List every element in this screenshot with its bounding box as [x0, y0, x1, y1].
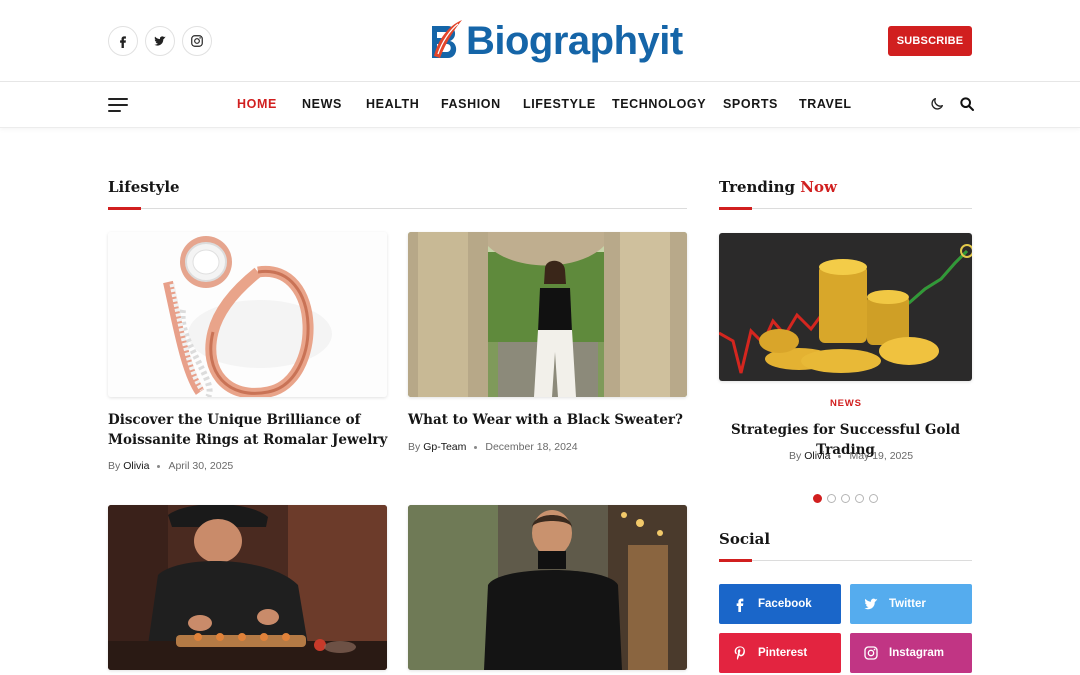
- woman-photo: [408, 232, 687, 397]
- twitter-icon: [864, 598, 878, 610]
- social-twitter-button[interactable]: Twitter: [850, 584, 972, 624]
- post-meta: By Gp-Team December 18, 2024: [408, 441, 578, 453]
- trending-category-badge[interactable]: NEWS: [830, 398, 862, 409]
- post-title[interactable]: What to Wear with a Black Sweater?: [408, 410, 693, 430]
- instagram-icon: [864, 646, 878, 660]
- social-facebook-button[interactable]: Facebook: [719, 584, 841, 624]
- trending-image-gold[interactable]: [719, 233, 972, 381]
- logo-text: Biographyit: [466, 19, 683, 63]
- section-heading-trending: Trending Now: [719, 178, 837, 196]
- meta-by: By: [108, 460, 121, 472]
- social-instagram-button[interactable]: Instagram: [850, 633, 972, 673]
- post-author[interactable]: Olivia: [123, 460, 149, 472]
- social-button-label: Facebook: [758, 598, 812, 610]
- social-button-label: Instagram: [889, 647, 944, 659]
- section-divider: [108, 208, 687, 209]
- post-title[interactable]: Discover the Unique Brilliance of Moissa…: [108, 410, 393, 450]
- slider-dot[interactable]: [827, 494, 836, 503]
- nav-travel[interactable]: TRAVEL: [799, 97, 852, 111]
- nav-sports[interactable]: SPORTS: [723, 97, 778, 111]
- nav-fashion[interactable]: FASHION: [441, 97, 501, 111]
- section-divider: [719, 208, 972, 209]
- site-logo[interactable]: Biographyit: [428, 16, 683, 66]
- gold-coins-photo: [719, 233, 972, 381]
- chef-photo: [108, 505, 387, 670]
- ring-photo: [108, 232, 387, 397]
- trending-heading-b: Now: [800, 178, 837, 196]
- slider-dot[interactable]: [855, 494, 864, 503]
- section-accent: [719, 559, 752, 562]
- trending-heading-a: Trending: [719, 178, 796, 196]
- trending-post-meta: By Olivia May 19, 2025: [789, 450, 913, 462]
- post-author[interactable]: Olivia: [804, 450, 830, 462]
- top-bar: Biographyit SUBSCRIBE: [0, 0, 1080, 82]
- nav-news[interactable]: NEWS: [302, 97, 342, 111]
- slider-pagination: [813, 494, 878, 503]
- instagram-icon: [191, 35, 203, 47]
- nav-home[interactable]: HOME: [237, 97, 277, 111]
- post-date: May 19, 2025: [849, 450, 914, 462]
- section-heading-lifestyle: Lifestyle: [108, 178, 180, 196]
- man-photo: [408, 505, 687, 670]
- header-social-links: [108, 26, 212, 56]
- facebook-icon: [120, 36, 126, 48]
- post-image-chef[interactable]: [108, 505, 387, 670]
- nav-health[interactable]: HEALTH: [366, 97, 419, 111]
- twitter-icon: [154, 36, 166, 46]
- meta-by: By: [408, 441, 421, 453]
- facebook-icon: [736, 598, 744, 612]
- social-button-label: Twitter: [889, 598, 926, 610]
- pinterest-icon: [734, 646, 745, 660]
- post-image-turtleneck[interactable]: [408, 505, 687, 670]
- slider-dot[interactable]: [841, 494, 850, 503]
- post-date: December 18, 2024: [485, 441, 578, 453]
- section-accent: [108, 207, 141, 210]
- post-date: April 30, 2025: [168, 460, 234, 472]
- subscribe-button[interactable]: SUBSCRIBE: [888, 26, 972, 56]
- search-icon[interactable]: [959, 96, 975, 112]
- slider-dot[interactable]: [869, 494, 878, 503]
- social-pinterest-button[interactable]: Pinterest: [719, 633, 841, 673]
- post-image-ring[interactable]: [108, 232, 387, 397]
- main-navigation-bar: HOME NEWS HEALTH FASHION LIFESTYLE TECHN…: [0, 82, 1080, 128]
- post-meta: By Olivia April 30, 2025: [108, 460, 233, 472]
- social-button-label: Pinterest: [758, 647, 808, 659]
- logo-mark-icon: [432, 20, 462, 58]
- meta-by: By: [789, 450, 802, 462]
- section-heading-social: Social: [719, 530, 771, 548]
- dark-mode-moon-icon[interactable]: [929, 96, 945, 112]
- nav-lifestyle[interactable]: LIFESTYLE: [523, 97, 596, 111]
- section-accent: [719, 207, 752, 210]
- post-author[interactable]: Gp-Team: [423, 441, 466, 453]
- instagram-link[interactable]: [182, 26, 212, 56]
- slider-dot[interactable]: [813, 494, 822, 503]
- nav-tools: [929, 96, 975, 112]
- twitter-link[interactable]: [145, 26, 175, 56]
- nav-technology[interactable]: TECHNOLOGY: [612, 97, 706, 111]
- main-menu: HOME NEWS HEALTH FASHION LIFESTYLE TECHN…: [0, 82, 1080, 126]
- post-image-black-sweater[interactable]: [408, 232, 687, 397]
- facebook-link[interactable]: [108, 26, 138, 56]
- section-divider: [719, 560, 972, 561]
